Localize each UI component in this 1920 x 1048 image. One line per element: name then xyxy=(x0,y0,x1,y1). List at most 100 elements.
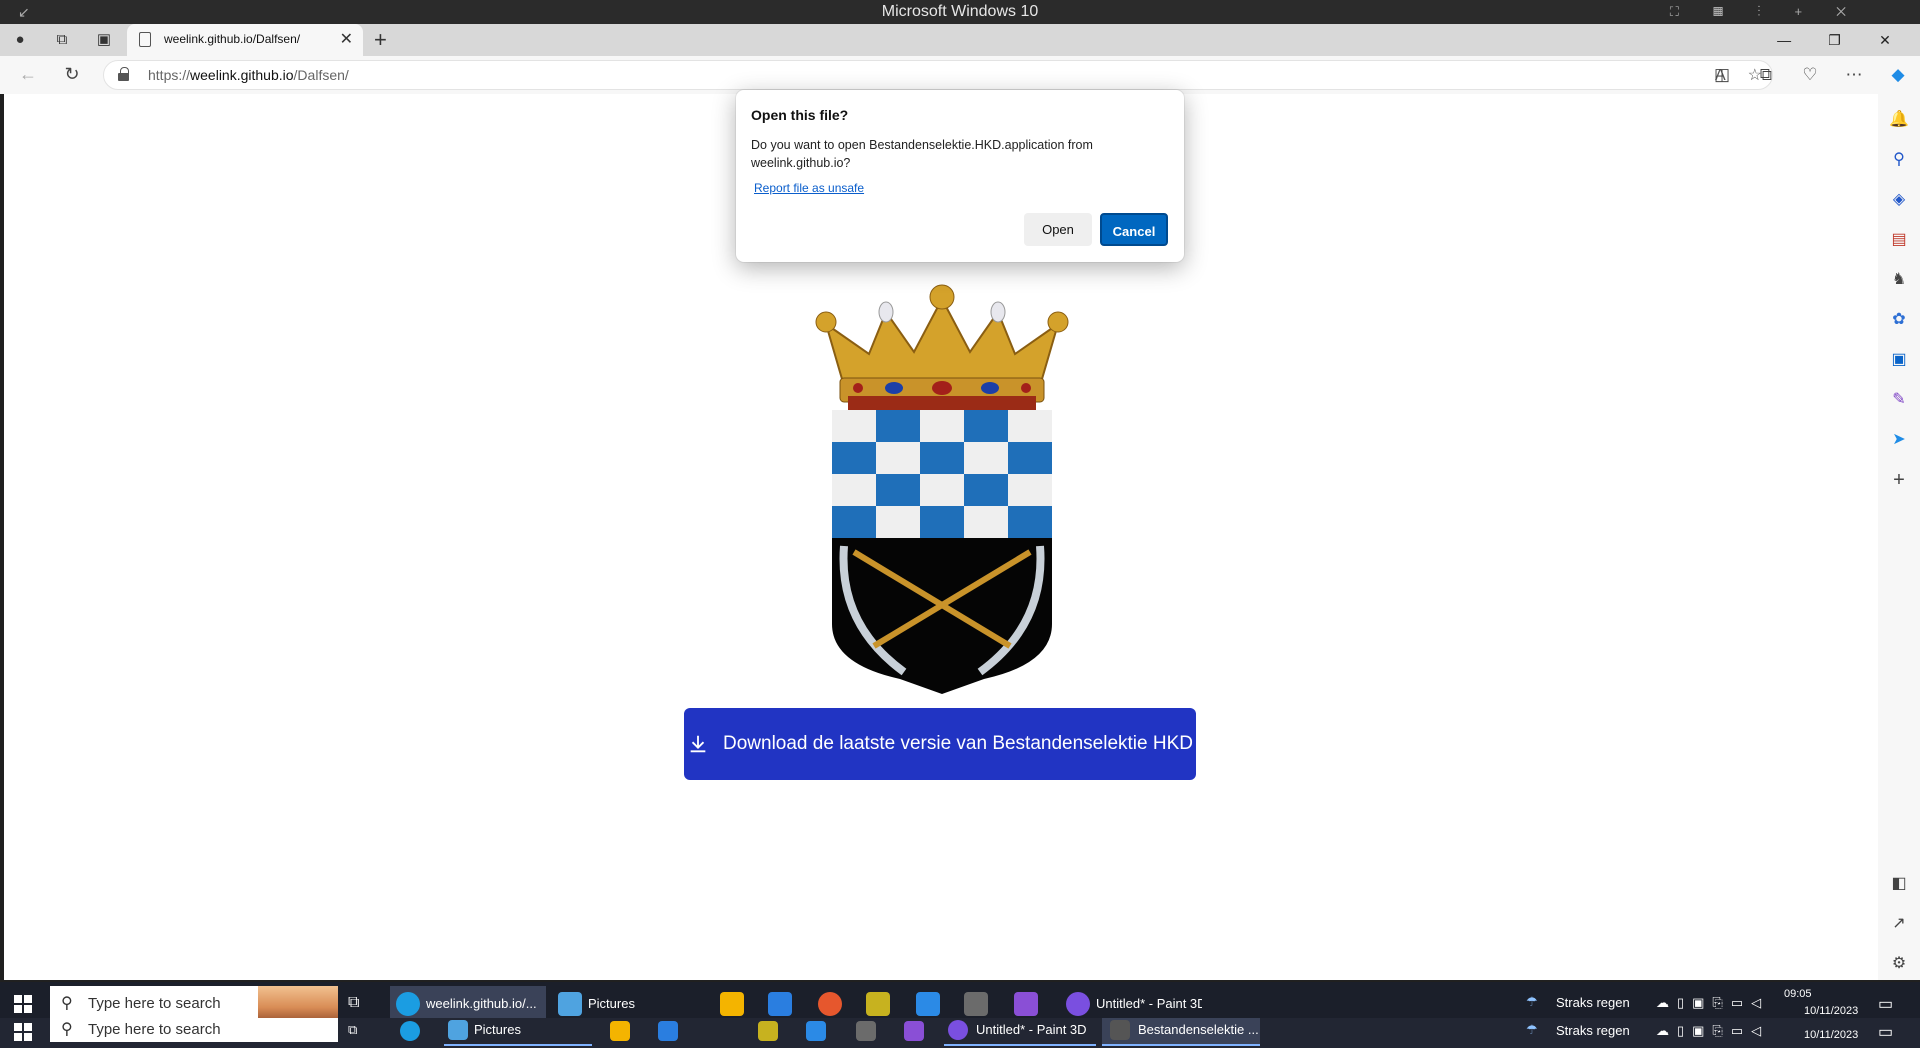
notifications-icon[interactable]: 🔔 xyxy=(1887,108,1911,132)
checkered-chief xyxy=(832,410,1052,538)
taskbar-search-box[interactable]: ⚲ Type here to search xyxy=(50,986,338,1022)
firefox-icon[interactable] xyxy=(818,992,842,1016)
system-tray-icons[interactable]: ☁▯▣⎘▭◁ xyxy=(1656,1023,1769,1039)
tab-active[interactable]: weelink.github.io/Dalfsen/ ✕ xyxy=(127,24,363,56)
search-icon[interactable]: ⚲ xyxy=(1887,148,1911,172)
refresh-icon[interactable]: ↻ xyxy=(60,64,84,85)
app-icon[interactable] xyxy=(758,1021,778,1041)
notification-center-icon[interactable]: ▭ xyxy=(1878,994,1893,1014)
clock-date[interactable]: 10/11/2023 xyxy=(1804,1005,1858,1017)
cancel-button[interactable]: Cancel xyxy=(1100,213,1168,246)
taskbar-app-browser[interactable]: weelink.github.io/... xyxy=(390,986,546,1022)
drop-icon[interactable]: ➤ xyxy=(1887,428,1911,452)
hide-sidebar-icon[interactable]: ◧ xyxy=(1887,872,1911,896)
remote-session-bar: ↙ Microsoft Windows 10 ⛶▦⋮+✕ xyxy=(0,0,1920,24)
tab-title: weelink.github.io/Dalfsen/ xyxy=(164,32,301,46)
search-highlight-image xyxy=(258,986,338,1022)
browser-essentials-icon[interactable]: ♡ xyxy=(1788,60,1832,90)
store-icon[interactable] xyxy=(720,992,744,1016)
tool-icon[interactable] xyxy=(964,992,988,1016)
dialog-title: Open this file? xyxy=(751,107,849,123)
collections-icon[interactable]: ⧉ xyxy=(1744,60,1788,90)
lock-icon[interactable] xyxy=(118,67,129,81)
session-controls[interactable]: ⛶▦⋮+✕ xyxy=(1670,0,1880,24)
taskbar-app-label: Pictures xyxy=(588,996,635,1011)
minimize-icon[interactable]: — xyxy=(1761,24,1807,56)
games-icon[interactable]: ♞ xyxy=(1887,268,1911,292)
taskbar-app-paint3d[interactable]: Untitled* - Paint 3D xyxy=(944,1018,1096,1046)
external-link-icon[interactable]: ↗ xyxy=(1887,912,1911,936)
split-screen-icon[interactable]: ◫ xyxy=(1700,60,1744,90)
system-tray-icons[interactable]: ☁▯▣⎘▭◁ xyxy=(1656,995,1769,1011)
open-file-dialog: Open this file? Do you want to open Best… xyxy=(736,90,1184,262)
vscode-icon[interactable] xyxy=(916,992,940,1016)
new-tab-icon[interactable]: + xyxy=(374,27,387,53)
mail-icon[interactable] xyxy=(658,1021,678,1041)
clock-time[interactable]: 09:05 xyxy=(1784,988,1812,1000)
visual-studio-icon[interactable] xyxy=(904,1021,924,1041)
close-tab-icon[interactable]: ✕ xyxy=(340,29,353,49)
session-title: Microsoft Windows 10 xyxy=(881,3,1039,20)
search-icon: ⚲ xyxy=(61,995,73,1012)
settings-gear-icon[interactable]: ⚙ xyxy=(1887,952,1911,976)
designer-icon[interactable]: ✎ xyxy=(1887,388,1911,412)
report-unsafe-link[interactable]: Report file as unsafe xyxy=(754,181,864,195)
start-windows-icon[interactable] xyxy=(14,1023,32,1041)
tab-strip: ● ⧉ ▣ weelink.github.io/Dalfsen/ ✕ + — ❐… xyxy=(0,24,1920,56)
taskbar-app-pictures[interactable]: Pictures xyxy=(552,986,700,1022)
coat-of-arms-image xyxy=(815,284,1069,694)
store-icon[interactable] xyxy=(610,1021,630,1041)
start-windows-icon[interactable] xyxy=(14,995,32,1013)
address-bar[interactable]: https://weelink.github.io/Dalfsen/ A ☆ xyxy=(103,60,1773,90)
taskbar-app-bestandenselektie[interactable]: Bestandenselektie ... xyxy=(1102,1018,1260,1046)
weather-rain-icon[interactable]: ☂ xyxy=(1526,994,1538,1010)
search-icon: ⚲ xyxy=(61,1021,73,1038)
download-button[interactable]: Download de laatste versie van Bestanden… xyxy=(684,708,1196,780)
profile-icon[interactable]: ● xyxy=(10,30,30,50)
notification-center-icon[interactable]: ▭ xyxy=(1878,1022,1893,1042)
shopping-icon[interactable]: ◈ xyxy=(1887,188,1911,212)
weather-rain-icon[interactable]: ☂ xyxy=(1526,1022,1538,1038)
mail-icon[interactable] xyxy=(768,992,792,1016)
task-view-icon[interactable]: ⧉ xyxy=(348,1022,357,1038)
crown-graphic xyxy=(815,284,1069,410)
url-text[interactable]: https://weelink.github.io/Dalfsen/ xyxy=(148,67,349,83)
open-button[interactable]: Open xyxy=(1024,213,1092,246)
outlook-icon[interactable]: ▣ xyxy=(1887,348,1911,372)
taskbar-app-label: weelink.github.io/... xyxy=(426,996,537,1011)
paint-3d-icon xyxy=(1066,992,1090,1016)
restore-icon[interactable]: ❐ xyxy=(1812,24,1858,56)
vscode-icon[interactable] xyxy=(806,1021,826,1041)
more-icon[interactable]: ⋯ xyxy=(1832,60,1876,90)
download-icon xyxy=(690,735,706,753)
taskbar-app-label: Untitled* - Paint 3D xyxy=(1096,996,1202,1011)
edge-icon[interactable] xyxy=(400,1021,420,1041)
weather-text[interactable]: Straks regen xyxy=(1556,1023,1630,1038)
visual-studio-icon[interactable] xyxy=(1014,992,1038,1016)
workspaces-icon[interactable]: ⧉ xyxy=(52,30,72,50)
window-controls: — ❐ ✕ xyxy=(1761,24,1908,56)
task-view-icon[interactable]: ⧉ xyxy=(348,994,359,1012)
add-sidebar-icon[interactable]: + xyxy=(1887,468,1911,492)
taskbar-app-paint3d[interactable]: Untitled* - Paint 3D xyxy=(1062,986,1202,1022)
tab-actions-icon[interactable]: ▣ xyxy=(94,30,114,50)
toolbar-right-icons: ◫ ⧉ ♡ ⋯ ◆ xyxy=(1700,60,1920,90)
copilot-icon[interactable]: ◆ xyxy=(1876,60,1920,90)
microsoft-365-icon[interactable]: ✿ xyxy=(1887,308,1911,332)
close-window-icon[interactable]: ✕ xyxy=(1862,24,1908,56)
app-icon[interactable] xyxy=(866,992,890,1016)
taskbar-app-pictures[interactable]: Pictures xyxy=(444,1018,592,1046)
paint-3d-icon xyxy=(948,1020,968,1040)
download-button-label: Download de laatste versie van Bestanden… xyxy=(723,733,1193,754)
weather-text[interactable]: Straks regen xyxy=(1556,995,1630,1010)
taskbar-app-label: Pictures xyxy=(474,1022,521,1037)
edge-sidebar: 🔔 ⚲ ◈ ▤ ♞ ✿ ▣ ✎ ➤ + ◧ ↗ ⚙ xyxy=(1878,94,1920,980)
back-arrow-icon[interactable]: ↙ xyxy=(18,0,30,24)
tool-icon[interactable] xyxy=(856,1021,876,1041)
clock-date[interactable]: 10/11/2023 xyxy=(1804,1029,1858,1041)
taskbar-search-box[interactable]: ⚲ Type here to search xyxy=(50,1018,338,1042)
back-icon[interactable]: ← xyxy=(16,64,40,85)
dialog-message: Do you want to open Bestandenselektie.HK… xyxy=(751,138,1093,170)
taskbar-app-label: Bestandenselektie ... xyxy=(1138,1022,1259,1037)
tools-icon[interactable]: ▤ xyxy=(1887,228,1911,252)
